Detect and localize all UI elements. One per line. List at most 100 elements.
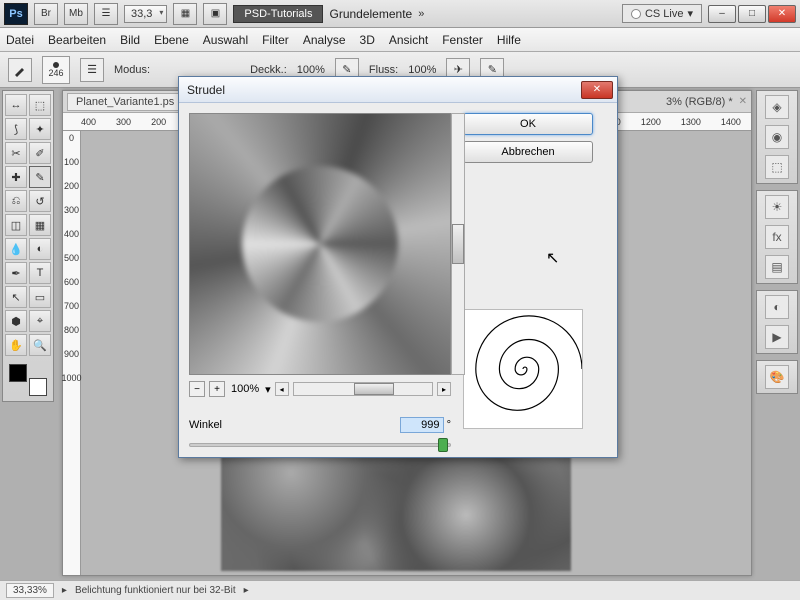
color-panel-icon[interactable]: 🎨: [765, 365, 789, 389]
healing-tool[interactable]: ✚: [5, 166, 27, 188]
workspace-name[interactable]: Grundelemente: [329, 7, 412, 21]
document-tab-label: Planet_Variante1.ps: [76, 96, 174, 108]
status-play-icon[interactable]: ▸: [62, 585, 67, 596]
adjustments-panel-icon[interactable]: ☀: [765, 195, 789, 219]
layers-panel-icon[interactable]: ◈: [765, 95, 789, 119]
slider-thumb[interactable]: [438, 438, 448, 452]
zoom-level-dropdown[interactable]: 33,3: [124, 5, 167, 23]
preview-zoom-in-button[interactable]: +: [209, 381, 225, 397]
menu-bild[interactable]: Bild: [120, 33, 140, 47]
bridge-launch-button[interactable]: Br: [34, 3, 58, 25]
pen-tool[interactable]: ✒: [5, 262, 27, 284]
opacity-value[interactable]: 100%: [297, 64, 325, 76]
styles-panel-icon[interactable]: fx: [765, 225, 789, 249]
status-more-icon[interactable]: ▸: [244, 585, 249, 596]
cs-live-label: CS Live: [645, 8, 684, 20]
lasso-tool[interactable]: ⟆: [5, 118, 27, 140]
menu-3d[interactable]: 3D: [360, 33, 375, 47]
preview-zoom-toolbar: − + 100% ▾ ◂ ▸: [189, 381, 451, 397]
angle-slider[interactable]: [189, 443, 451, 447]
window-close-button[interactable]: ✕: [768, 5, 796, 23]
menu-hilfe[interactable]: Hilfe: [497, 33, 521, 47]
cancel-button[interactable]: Abbrechen: [463, 141, 593, 163]
chevron-down-icon[interactable]: ▾: [265, 383, 271, 396]
swirl-preview-graphic-inner: [242, 166, 398, 322]
type-tool[interactable]: T: [29, 262, 51, 284]
gradient-tool[interactable]: ▦: [29, 214, 51, 236]
eyedropper-tool[interactable]: ✐: [29, 142, 51, 164]
menu-bearbeiten[interactable]: Bearbeiten: [48, 33, 106, 47]
more-chevron-icon[interactable]: »: [418, 8, 424, 20]
channels-panel-icon[interactable]: ◉: [765, 125, 789, 149]
menu-ebene[interactable]: Ebene: [154, 33, 189, 47]
color-swatches[interactable]: [5, 362, 51, 398]
3d-tool[interactable]: ⬢: [5, 310, 27, 332]
preview-zoom-value[interactable]: 100%: [229, 383, 261, 395]
document-tab-info: 3% (RGB/8) *: [666, 96, 733, 108]
stamp-tool[interactable]: ⎌: [5, 190, 27, 212]
zoom-tool[interactable]: 🔍: [29, 334, 51, 356]
preview-zoom-out-button[interactable]: −: [189, 381, 205, 397]
window-minimize-button[interactable]: –: [708, 5, 736, 23]
view-extras-button[interactable]: ☰: [94, 3, 118, 25]
arrange-documents-button[interactable]: ▦: [173, 3, 197, 25]
path-select-tool[interactable]: ↖: [5, 286, 27, 308]
preview-scrollbar-vertical[interactable]: [451, 113, 465, 375]
background-color-swatch[interactable]: [29, 378, 47, 396]
hand-tool[interactable]: ✋: [5, 334, 27, 356]
masks-panel-icon[interactable]: ▤: [765, 255, 789, 279]
vertical-ruler: 01002003004005006007008009001000: [63, 131, 81, 575]
foreground-color-swatch[interactable]: [9, 364, 27, 382]
document-tab-close-icon[interactable]: ✕: [739, 96, 747, 107]
scrollbar-thumb[interactable]: [354, 383, 394, 395]
cs-live-button[interactable]: CS Live ▾: [622, 4, 702, 23]
brush-preset-picker[interactable]: 246: [42, 56, 70, 84]
dodge-tool[interactable]: ◐: [29, 238, 51, 260]
app-titlebar: Ps Br Mb ☰ 33,3 ▦ ▣ PSD-Tutorials Grunde…: [0, 0, 800, 28]
tools-panel: ↔ ⬚ ⟆ ✦ ✂ ✐ ✚ ✎ ⎌ ↺ ◫ ▦ 💧 ◐ ✒ T ↖ ▭ ⬢ ⌖ …: [2, 90, 54, 402]
window-restore-button[interactable]: □: [738, 5, 766, 23]
blur-tool[interactable]: 💧: [5, 238, 27, 260]
dialog-titlebar[interactable]: Strudel ✕: [179, 77, 617, 103]
status-bar: 33,33% ▸ Belichtung funktioniert nur bei…: [0, 580, 800, 600]
brush-panel-toggle[interactable]: ☰: [80, 58, 104, 82]
shape-tool[interactable]: ▭: [29, 286, 51, 308]
crop-tool[interactable]: ✂: [5, 142, 27, 164]
menu-filter[interactable]: Filter: [262, 33, 289, 47]
screen-mode-button[interactable]: ▣: [203, 3, 227, 25]
ok-button[interactable]: OK: [463, 113, 593, 135]
menu-auswahl[interactable]: Auswahl: [203, 33, 248, 47]
status-message: Belichtung funktioniert nur bei 32-Bit: [75, 585, 236, 596]
actions-panel-icon[interactable]: ▶: [765, 325, 789, 349]
marquee-tool[interactable]: ⬚: [29, 94, 51, 116]
spiral-diagram: [463, 309, 583, 429]
status-zoom[interactable]: 33,33%: [6, 583, 54, 598]
document-tab[interactable]: Planet_Variante1.ps: [67, 93, 183, 111]
history-panel-icon[interactable]: ◐: [765, 295, 789, 319]
menu-fenster[interactable]: Fenster: [442, 33, 483, 47]
paths-panel-icon[interactable]: ⬚: [765, 155, 789, 179]
flow-label: Fluss:: [369, 64, 398, 76]
menu-datei[interactable]: Datei: [6, 33, 34, 47]
menu-analyse[interactable]: Analyse: [303, 33, 346, 47]
move-tool[interactable]: ↔: [5, 94, 27, 116]
flow-value[interactable]: 100%: [408, 64, 436, 76]
preview-scroll-left-button[interactable]: ◂: [275, 382, 289, 396]
quickselect-tool[interactable]: ✦: [29, 118, 51, 140]
preview-scroll-right-button[interactable]: ▸: [437, 382, 451, 396]
scrollbar-thumb[interactable]: [452, 224, 464, 264]
history-brush-tool[interactable]: ↺: [29, 190, 51, 212]
photoshop-logo: Ps: [4, 3, 28, 25]
dialog-close-button[interactable]: ✕: [581, 81, 613, 99]
minibridge-launch-button[interactable]: Mb: [64, 3, 88, 25]
brush-tool[interactable]: ✎: [29, 166, 51, 188]
dialog-title: Strudel: [187, 83, 225, 97]
workspace-tag[interactable]: PSD-Tutorials: [233, 5, 323, 23]
angle-input[interactable]: [400, 417, 444, 433]
brush-tool-icon[interactable]: [8, 58, 32, 82]
filter-preview[interactable]: [189, 113, 451, 375]
eraser-tool[interactable]: ◫: [5, 214, 27, 236]
menu-ansicht[interactable]: Ansicht: [389, 33, 428, 47]
preview-scrollbar-horizontal[interactable]: [293, 382, 433, 396]
3d-camera-tool[interactable]: ⌖: [29, 310, 51, 332]
